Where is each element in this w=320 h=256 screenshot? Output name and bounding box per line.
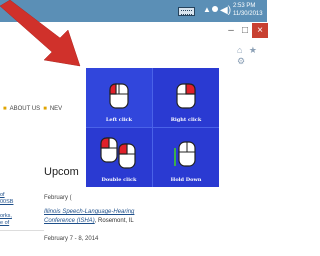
maximize-button[interactable]: □ [238, 23, 252, 38]
nav-next[interactable]: NEV [50, 106, 62, 112]
browser-toolbar-icons[interactable]: ⌂ ★ ⚙ [237, 45, 267, 67]
hold-down-label: Hold Down [170, 177, 202, 183]
left-fragment [0, 206, 40, 213]
keyboard-icon[interactable] [178, 7, 195, 16]
left-click-tile[interactable]: Left click [86, 68, 152, 127]
mouse-double-click-icon [100, 137, 136, 169]
event-link-cont[interactable]: Conference (ISHA) [44, 218, 95, 224]
nav-bullet-icon: ■ [3, 106, 7, 112]
system-clock[interactable]: 2:53 PM 11/30/2013 [233, 2, 269, 18]
nav-about-us[interactable]: ABOUT US [10, 106, 41, 112]
left-fragment[interactable]: of [0, 192, 40, 199]
hold-down-tile[interactable]: Hold Down [153, 128, 219, 187]
close-button[interactable]: × [252, 23, 268, 38]
left-click-label: Left click [105, 117, 133, 123]
click-type-panel: Left click Right click Double click Hold… [86, 68, 219, 187]
mouse-hold-down-icon [174, 141, 196, 167]
tray-expand-icon[interactable]: ▲ [203, 5, 211, 14]
network-icon[interactable] [212, 6, 218, 12]
right-click-tile[interactable]: Right click [153, 68, 219, 127]
clock-time: 2:53 PM [233, 3, 256, 9]
event-date: February 7 - 8, 2014 [44, 236, 99, 242]
double-click-label: Double click [101, 177, 137, 183]
event-date: February ( [44, 195, 72, 201]
event-link[interactable]: Illinois Speech-Language-Hearing [44, 209, 134, 215]
upcoming-events-heading: Upcom [44, 166, 79, 178]
speaker-icon[interactable]: ◀) [220, 5, 231, 16]
event-entry: Illinois Speech-Language-Hearing Confere… [44, 208, 184, 226]
nav-bullet-icon: ■ [43, 106, 47, 112]
mouse-right-click-icon [176, 83, 196, 109]
event-location: , Rosemont, IL [94, 218, 134, 224]
site-navbar: ■ ABOUT US ■ NEV [0, 96, 88, 122]
divider [0, 230, 44, 231]
right-click-label: Right click [170, 117, 202, 123]
left-fragment[interactable]: e of [0, 220, 40, 227]
double-click-tile[interactable]: Double click [86, 128, 152, 187]
left-fragment[interactable]: 00SB [0, 199, 40, 206]
pointer-arrow-icon [0, 0, 81, 67]
minimize-button[interactable]: – [224, 23, 238, 38]
clock-date: 11/30/2013 [233, 11, 263, 17]
left-column-fragments: of 00SB orks, e of [0, 192, 40, 227]
mouse-left-click-icon [109, 83, 129, 109]
left-fragment[interactable]: orks, [0, 213, 40, 220]
